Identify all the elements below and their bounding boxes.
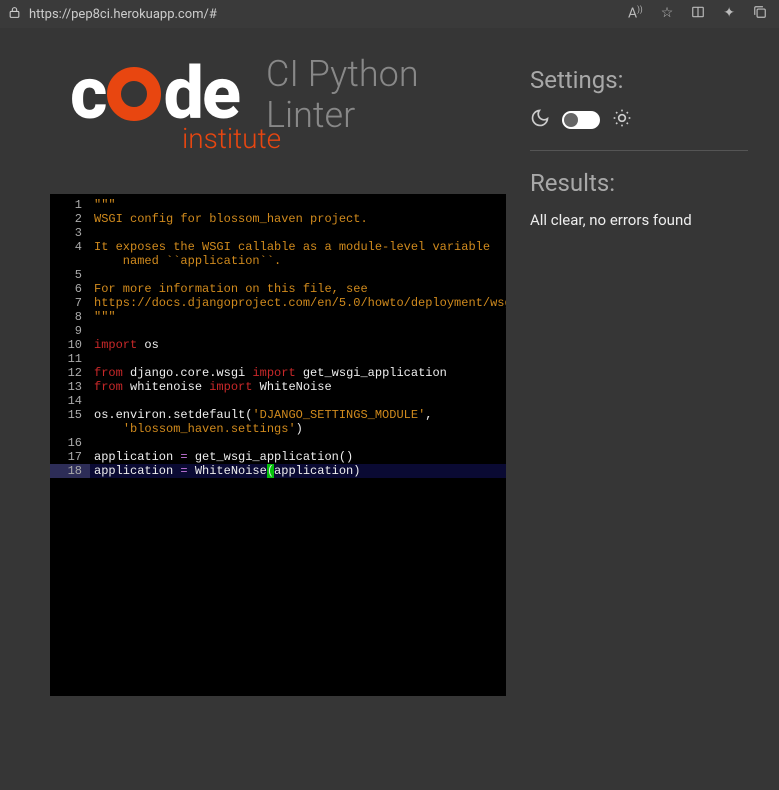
code-editor[interactable]: 123456789101112131415161718 """WSGI conf…: [50, 194, 506, 696]
code-line[interactable]: 'blossom_haven.settings'): [90, 422, 506, 436]
split-icon[interactable]: [691, 5, 705, 23]
theme-row: [530, 108, 748, 132]
line-number: [50, 254, 90, 268]
line-number: 12: [50, 366, 90, 380]
url-bar[interactable]: https://pep8ci.herokuapp.com/#: [29, 7, 620, 22]
line-number: 1: [50, 198, 90, 212]
results-body: All clear, no errors found: [530, 211, 748, 229]
code-line[interactable]: For more information on this file, see: [90, 282, 506, 296]
line-number: 6: [50, 282, 90, 296]
lock-icon: [8, 6, 21, 23]
divider: [530, 150, 748, 151]
line-gutter: 123456789101112131415161718: [50, 194, 90, 696]
favorites-icon[interactable]: ✦: [723, 5, 735, 23]
code-line[interactable]: from django.core.wsgi import get_wsgi_ap…: [90, 366, 506, 380]
code-line[interactable]: It exposes the WSGI callable as a module…: [90, 240, 506, 254]
browser-bar: https://pep8ci.herokuapp.com/# A)) ☆ ✦: [0, 0, 779, 28]
logo-block: cde institute CI Python Linter: [70, 58, 506, 178]
code-line[interactable]: [90, 324, 506, 338]
line-number: 9: [50, 324, 90, 338]
line-number: 11: [50, 352, 90, 366]
code-line[interactable]: https://docs.djangoproject.com/en/5.0/ho…: [90, 296, 506, 310]
settings-title: Settings:: [530, 66, 748, 94]
line-number: 14: [50, 394, 90, 408]
line-number: 5: [50, 268, 90, 282]
code-area[interactable]: """WSGI config for blossom_haven project…: [90, 194, 506, 696]
code-line[interactable]: application = get_wsgi_application(): [90, 450, 506, 464]
logo-o-icon: [107, 67, 161, 121]
line-number: 17: [50, 450, 90, 464]
theme-toggle[interactable]: [562, 111, 600, 129]
moon-icon: [530, 108, 550, 132]
browser-toolbar-icons: A)) ☆ ✦: [628, 5, 767, 23]
line-number: 18: [50, 464, 90, 478]
line-number: 10: [50, 338, 90, 352]
line-number: 7: [50, 296, 90, 310]
code-line[interactable]: """: [90, 310, 506, 324]
code-line[interactable]: [90, 436, 506, 450]
code-line[interactable]: os.environ.setdefault('DJANGO_SETTINGS_M…: [90, 408, 506, 422]
code-line[interactable]: WSGI config for blossom_haven project.: [90, 212, 506, 226]
toggle-knob: [564, 113, 578, 127]
line-number: 3: [50, 226, 90, 240]
code-line[interactable]: from whitenoise import WhiteNoise: [90, 380, 506, 394]
line-number: 15: [50, 408, 90, 422]
line-number: 2: [50, 212, 90, 226]
code-line[interactable]: [90, 268, 506, 282]
code-line[interactable]: [90, 352, 506, 366]
line-number: 4: [50, 240, 90, 254]
sidebar: Settings: Results: All clear, no errors …: [530, 58, 748, 696]
line-number: 8: [50, 310, 90, 324]
code-line[interactable]: import os: [90, 338, 506, 352]
code-line[interactable]: application = WhiteNoise(application): [90, 464, 506, 478]
results-title: Results:: [530, 169, 748, 197]
code-line[interactable]: [90, 394, 506, 408]
sun-icon: [612, 108, 632, 132]
read-aloud-icon[interactable]: A)): [628, 5, 643, 23]
star-icon[interactable]: ☆: [661, 5, 674, 23]
line-number: [50, 422, 90, 436]
line-number: 13: [50, 380, 90, 394]
code-line[interactable]: [90, 226, 506, 240]
code-line[interactable]: named ``application``.: [90, 254, 506, 268]
page-title: CI Python Linter: [266, 54, 419, 137]
collections-icon[interactable]: [753, 5, 767, 23]
code-line[interactable]: """: [90, 198, 506, 212]
line-number: 16: [50, 436, 90, 450]
